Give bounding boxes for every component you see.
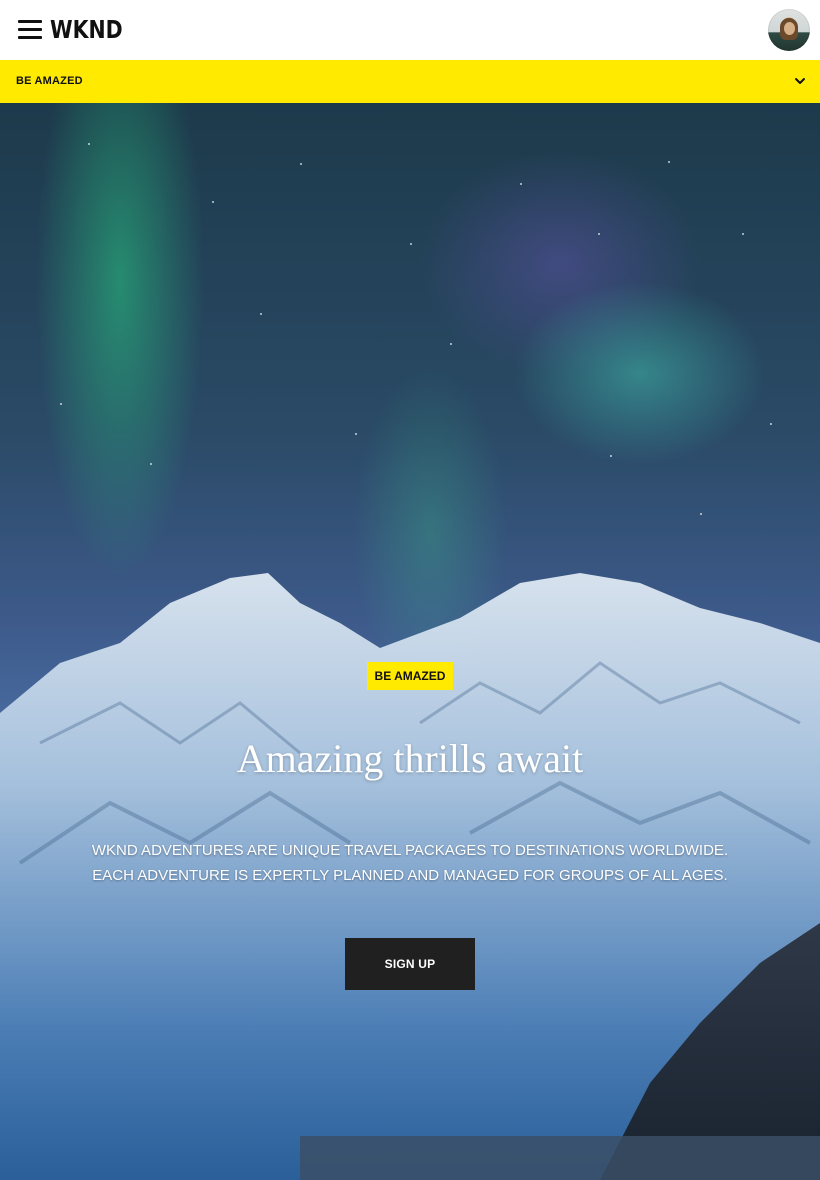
sign-up-button[interactable]: SIGN UP [345,938,475,990]
hero-description: WKND ADVENTURES ARE UNIQUE TRAVEL PACKAG… [70,838,750,888]
chevron-down-icon [795,78,805,84]
section-nav-dropdown[interactable]: BE AMAZED [0,60,820,103]
top-header: WKND [0,0,820,60]
user-avatar[interactable] [768,9,810,51]
hero-category-badge: BE AMAZED [367,662,453,690]
wknd-logo[interactable]: WKND [50,12,123,48]
hamburger-menu-icon[interactable] [18,19,42,41]
hero-description-line-1: WKND ADVENTURES ARE UNIQUE TRAVEL PACKAG… [91,842,729,859]
avatar-face [784,22,795,35]
hero-title: Amazing thrills await [236,736,584,781]
menu-bar-top [18,20,42,23]
hero-banner: BE AMAZED Amazing thrills await WKND ADV… [0,103,820,1180]
menu-bar-bottom [18,36,42,39]
hero-content: BE AMAZED Amazing thrills await WKND ADV… [0,103,820,1180]
menu-bar-middle [18,28,42,31]
hero-description-line-2: EACH ADVENTURE IS EXPERTLY PLANNED AND M… [92,867,728,884]
section-nav-label: BE AMAZED [16,75,83,87]
